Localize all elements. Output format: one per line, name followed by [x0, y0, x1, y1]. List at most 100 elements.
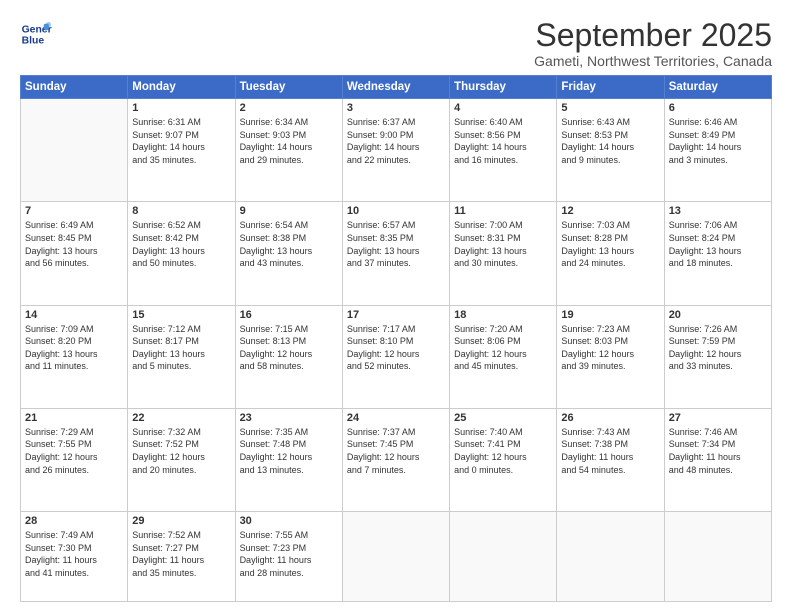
- calendar-cell: 14Sunrise: 7:09 AMSunset: 8:20 PMDayligh…: [21, 305, 128, 408]
- day-number: 17: [347, 309, 445, 321]
- day-number: 14: [25, 309, 123, 321]
- day-info: Sunrise: 7:55 AMSunset: 7:23 PMDaylight:…: [240, 529, 338, 579]
- calendar-cell: 3Sunrise: 6:37 AMSunset: 9:00 PMDaylight…: [342, 99, 449, 202]
- day-number: 24: [347, 412, 445, 424]
- calendar-week-row: 14Sunrise: 7:09 AMSunset: 8:20 PMDayligh…: [21, 305, 772, 408]
- day-number: 27: [669, 412, 767, 424]
- calendar-cell: 23 Sunrise: 7:35 AMSunset: 7:48 PMDayligh…: [235, 408, 342, 511]
- day-info: Sunrise: 7:23 AMSunset: 8:03 PMDaylight:…: [561, 323, 659, 373]
- calendar-cell: 29Sunrise: 7:52 AMSunset: 7:27 PMDayligh…: [128, 512, 235, 602]
- calendar-cell: [557, 512, 664, 602]
- weekday-header-tuesday: Tuesday: [235, 76, 342, 99]
- calendar-cell: 13 Sunrise: 7:06 AMSunset: 8:24 PMDayligh…: [664, 202, 771, 305]
- calendar-cell: 6 Sunrise: 6:46 AMSunset: 8:49 PMDaylight…: [664, 99, 771, 202]
- calendar-cell: 5Sunrise: 6:43 AMSunset: 8:53 PMDaylight…: [557, 99, 664, 202]
- calendar-cell: 4 Sunrise: 6:40 AMSunset: 8:56 PMDaylight…: [450, 99, 557, 202]
- day-info: Sunrise: 6:54 AMSunset: 8:38 PMDaylight:…: [240, 219, 338, 269]
- day-number: 5: [561, 102, 659, 114]
- calendar-table: SundayMondayTuesdayWednesdayThursdayFrid…: [20, 75, 772, 602]
- calendar-cell: 10 Sunrise: 6:57 AMSunset: 8:35 PMDayligh…: [342, 202, 449, 305]
- day-info: Sunrise: 6:40 AMSunset: 8:56 PMDaylight:…: [454, 116, 552, 166]
- day-info: Sunrise: 6:34 AMSunset: 9:03 PMDaylight:…: [240, 116, 338, 166]
- calendar-cell: [342, 512, 449, 602]
- day-number: 4: [454, 102, 552, 114]
- calendar-week-row: 1 Sunrise: 6:31 AMSunset: 9:07 PMDaylight…: [21, 99, 772, 202]
- calendar-cell: 11 Sunrise: 7:00 AMSunset: 8:31 PMDayligh…: [450, 202, 557, 305]
- day-number: 10: [347, 205, 445, 217]
- day-info: Sunrise: 7:17 AMSunset: 8:10 PMDaylight:…: [347, 323, 445, 373]
- day-info: Sunrise: 6:31 AMSunset: 9:07 PMDaylight:…: [132, 116, 230, 166]
- calendar-cell: 21 Sunrise: 7:29 AMSunset: 7:55 PMDayligh…: [21, 408, 128, 511]
- calendar-cell: 1 Sunrise: 6:31 AMSunset: 9:07 PMDaylight…: [128, 99, 235, 202]
- day-info: Sunrise: 7:06 AMSunset: 8:24 PMDaylight:…: [669, 219, 767, 269]
- day-number: 18: [454, 309, 552, 321]
- calendar-cell: 17 Sunrise: 7:17 AMSunset: 8:10 PMDayligh…: [342, 305, 449, 408]
- weekday-header-monday: Monday: [128, 76, 235, 99]
- day-info: Sunrise: 7:46 AMSunset: 7:34 PMDaylight:…: [669, 426, 767, 476]
- day-info: Sunrise: 6:37 AMSunset: 9:00 PMDaylight:…: [347, 116, 445, 166]
- day-number: 2: [240, 102, 338, 114]
- calendar-cell: 26Sunrise: 7:43 AMSunset: 7:38 PMDayligh…: [557, 408, 664, 511]
- weekday-header-thursday: Thursday: [450, 76, 557, 99]
- calendar-cell: [664, 512, 771, 602]
- day-info: Sunrise: 7:15 AMSunset: 8:13 PMDaylight:…: [240, 323, 338, 373]
- day-info: Sunrise: 6:57 AMSunset: 8:35 PMDaylight:…: [347, 219, 445, 269]
- calendar-header: SundayMondayTuesdayWednesdayThursdayFrid…: [21, 76, 772, 99]
- day-info: Sunrise: 7:35 AMSunset: 7:48 PMDaylight:…: [240, 426, 338, 476]
- calendar-cell: 9 Sunrise: 6:54 AMSunset: 8:38 PMDaylight…: [235, 202, 342, 305]
- day-info: Sunrise: 7:32 AMSunset: 7:52 PMDaylight:…: [132, 426, 230, 476]
- weekday-header-wednesday: Wednesday: [342, 76, 449, 99]
- weekday-header-friday: Friday: [557, 76, 664, 99]
- header: General Blue September 2025 Gameti, Nort…: [20, 18, 772, 69]
- day-number: 23: [240, 412, 338, 424]
- day-number: 13: [669, 205, 767, 217]
- day-info: Sunrise: 7:43 AMSunset: 7:38 PMDaylight:…: [561, 426, 659, 476]
- calendar-cell: 30 Sunrise: 7:55 AMSunset: 7:23 PMDayligh…: [235, 512, 342, 602]
- calendar-week-row: 7Sunrise: 6:49 AMSunset: 8:45 PMDaylight…: [21, 202, 772, 305]
- location: Gameti, Northwest Territories, Canada: [534, 53, 772, 69]
- calendar-cell: 12Sunrise: 7:03 AMSunset: 8:28 PMDayligh…: [557, 202, 664, 305]
- day-number: 25: [454, 412, 552, 424]
- day-number: 15: [132, 309, 230, 321]
- day-number: 29: [132, 515, 230, 527]
- weekday-row: SundayMondayTuesdayWednesdayThursdayFrid…: [21, 76, 772, 99]
- day-number: 11: [454, 205, 552, 217]
- calendar-cell: 16Sunrise: 7:15 AMSunset: 8:13 PMDayligh…: [235, 305, 342, 408]
- day-number: 6: [669, 102, 767, 114]
- calendar-cell: 7Sunrise: 6:49 AMSunset: 8:45 PMDaylight…: [21, 202, 128, 305]
- day-info: Sunrise: 7:20 AMSunset: 8:06 PMDaylight:…: [454, 323, 552, 373]
- day-info: Sunrise: 7:37 AMSunset: 7:45 PMDaylight:…: [347, 426, 445, 476]
- calendar-cell: 20 Sunrise: 7:26 AMSunset: 7:59 PMDayligh…: [664, 305, 771, 408]
- day-number: 22: [132, 412, 230, 424]
- calendar-body: 1 Sunrise: 6:31 AMSunset: 9:07 PMDaylight…: [21, 99, 772, 602]
- logo-icon: General Blue: [20, 18, 52, 50]
- calendar-cell: 25Sunrise: 7:40 AMSunset: 7:41 PMDayligh…: [450, 408, 557, 511]
- day-info: Sunrise: 6:46 AMSunset: 8:49 PMDaylight:…: [669, 116, 767, 166]
- day-info: Sunrise: 7:12 AMSunset: 8:17 PMDaylight:…: [132, 323, 230, 373]
- day-number: 9: [240, 205, 338, 217]
- logo: General Blue: [20, 18, 56, 50]
- day-number: 1: [132, 102, 230, 114]
- day-number: 28: [25, 515, 123, 527]
- calendar-cell: 24 Sunrise: 7:37 AMSunset: 7:45 PMDayligh…: [342, 408, 449, 511]
- day-number: 12: [561, 205, 659, 217]
- day-info: Sunrise: 7:29 AMSunset: 7:55 PMDaylight:…: [25, 426, 123, 476]
- calendar-cell: 2 Sunrise: 6:34 AMSunset: 9:03 PMDaylight…: [235, 99, 342, 202]
- day-info: Sunrise: 7:00 AMSunset: 8:31 PMDaylight:…: [454, 219, 552, 269]
- weekday-header-sunday: Sunday: [21, 76, 128, 99]
- calendar-cell: 28Sunrise: 7:49 AMSunset: 7:30 PMDayligh…: [21, 512, 128, 602]
- month-title: September 2025: [534, 18, 772, 53]
- calendar-cell: 15 Sunrise: 7:12 AMSunset: 8:17 PMDayligh…: [128, 305, 235, 408]
- weekday-header-saturday: Saturday: [664, 76, 771, 99]
- calendar-cell: 19Sunrise: 7:23 AMSunset: 8:03 PMDayligh…: [557, 305, 664, 408]
- calendar-week-row: 28Sunrise: 7:49 AMSunset: 7:30 PMDayligh…: [21, 512, 772, 602]
- calendar-cell: 27 Sunrise: 7:46 AMSunset: 7:34 PMDayligh…: [664, 408, 771, 511]
- day-number: 21: [25, 412, 123, 424]
- day-number: 30: [240, 515, 338, 527]
- day-number: 20: [669, 309, 767, 321]
- title-block: September 2025 Gameti, Northwest Territo…: [534, 18, 772, 69]
- calendar-cell: [450, 512, 557, 602]
- calendar-week-row: 21 Sunrise: 7:29 AMSunset: 7:55 PMDayligh…: [21, 408, 772, 511]
- day-info: Sunrise: 7:26 AMSunset: 7:59 PMDaylight:…: [669, 323, 767, 373]
- calendar-cell: 22 Sunrise: 7:32 AMSunset: 7:52 PMDayligh…: [128, 408, 235, 511]
